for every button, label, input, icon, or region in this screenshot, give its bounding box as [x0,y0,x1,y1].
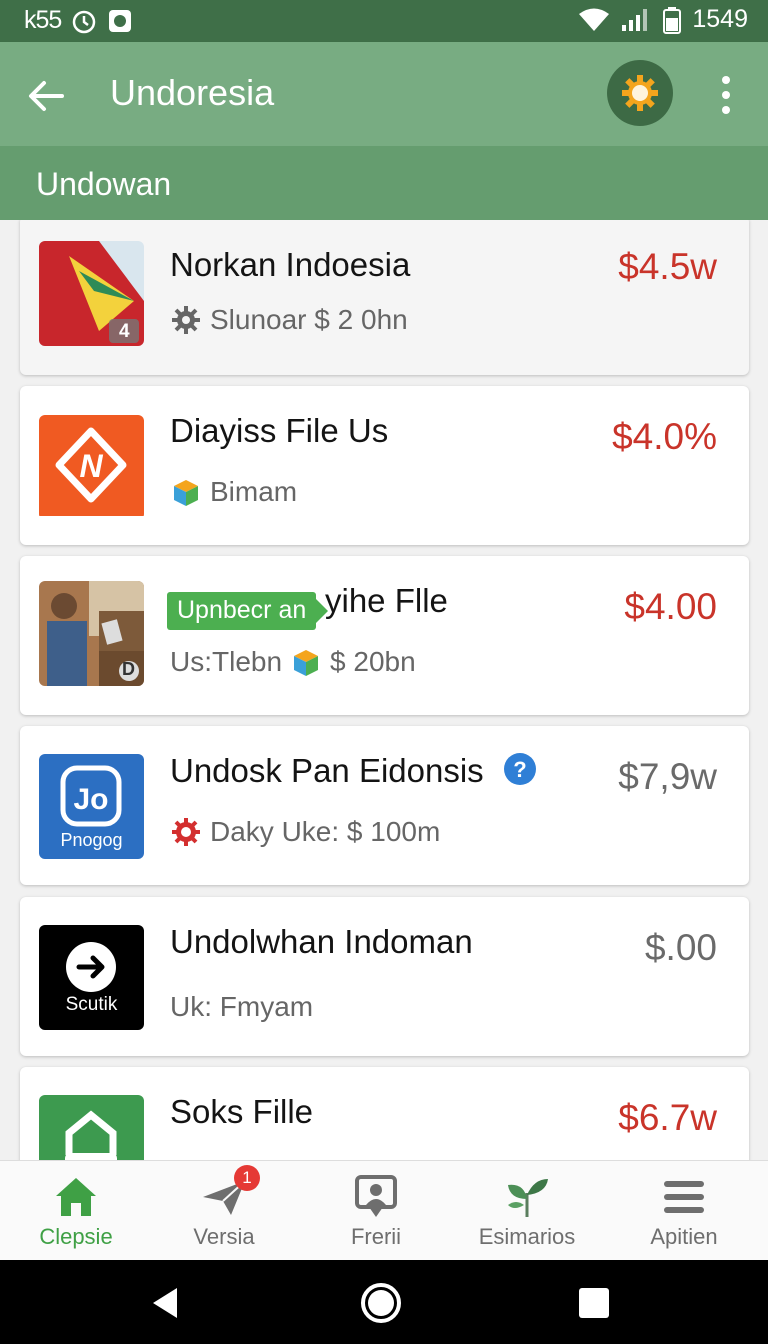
nav-label: Frerii [350,1224,402,1249]
nav-label: Clepsie [39,1224,113,1249]
item-title: Undolwhan Indoman [170,923,473,960]
menu-dot-icon [722,91,730,99]
item-price: $4.5w [618,246,717,287]
item-subtitle-text: Slunoar $ 2 0hn [210,304,408,335]
thumbnail-label: Pnogog [60,830,123,850]
nav-item-esimarios[interactable]: Esimarios [452,1161,602,1261]
nav-label: Versia [193,1224,255,1249]
item-thumbnail: Scutik [39,925,144,1030]
lock-app-icon [39,1095,144,1160]
svg-text:?: ? [513,757,526,782]
item-title: Soks Fille [170,1093,314,1130]
gear-icon [622,75,658,111]
back-arrow-icon[interactable] [22,72,70,120]
notification-badge: 1 [234,1165,260,1191]
overflow-menu-button[interactable] [706,70,746,120]
item-thumbnail: D [39,581,144,686]
section-header: Undowan [0,146,768,220]
list-item[interactable]: Jo Pnogog Undosk Pan Eidonsis ? Daky Uke… [20,726,749,885]
menu-dot-icon [722,76,730,84]
settings-button[interactable] [607,60,673,126]
record-icon [109,9,132,32]
nav-label: Esimarios [478,1224,576,1249]
item-price: $6.7w [618,1097,717,1138]
nav-item-apitien[interactable]: Apitien [609,1161,759,1261]
thumbnail-badge: D [122,659,135,679]
app-logo-icon: N [39,415,144,516]
box-icon [294,650,319,676]
item-thumbnail: Jo Pnogog [39,754,144,859]
app-bar: Undoresia [0,42,768,146]
item-subtitle: Bimam [170,476,297,508]
item-subtitle: Us:Tlebn $ 20bn [170,646,416,678]
chat-icon [355,1175,397,1217]
item-title-text: Undosk Pan Eidonsis [170,752,484,789]
item-subtitle-text: Bimam [210,476,298,507]
item-subtitle-prefix: Us:Tlebn [170,646,283,677]
status-clock: 1549 [692,5,748,33]
red-gear-icon [172,818,200,846]
svg-text:Jo: Jo [73,783,108,816]
item-title: Undosk Pan Eidonsis ? [170,752,537,790]
item-thumbnail [39,1095,144,1160]
system-home-icon[interactable] [358,1280,404,1326]
promo-badge: Upnbecr an [167,592,329,630]
alarm-icon [73,10,96,33]
item-price: $.00 [644,927,717,968]
system-recents-icon[interactable] [571,1280,617,1326]
nav-label: Apitien [650,1224,718,1249]
list-item[interactable]: 4 Norkan Indoesia Slunoar $ 2 0hn $4.5w [20,220,749,375]
page-title: Undoresia [110,72,275,113]
system-navigation-bar [0,1260,768,1344]
item-subtitle-text: Daky Uke: $ 100m [210,816,441,847]
bottom-navigation: Clepsie 1 Versia Frerii Esimarios Apitie… [0,1160,768,1260]
list-icon [664,1181,704,1213]
nav-item-frerii[interactable]: Frerii [301,1161,451,1261]
item-title: yihe Flle [325,582,448,619]
item-subtitle-text: $ 20bn [330,646,416,677]
section-title: Undowan [36,166,172,202]
help-icon[interactable]: ? [503,752,537,786]
item-price: $7,9w [618,756,717,797]
box-icon [174,480,198,506]
item-subtitle-text: Uk: Fmyam [170,991,314,1022]
battery-icon [663,6,682,34]
app-list: 4 Norkan Indoesia Slunoar $ 2 0hn $4.5w [0,220,768,1160]
item-title: Norkan Indoesia [170,246,411,283]
list-item[interactable]: D Upnbecr an yihe Flle Us:Tlebn $ 20bn $… [20,556,749,715]
plant-icon [508,1179,548,1217]
item-thumbnail: N [39,415,144,520]
system-back-icon[interactable] [143,1280,189,1326]
signal-icon [622,8,648,31]
gear-icon [172,306,200,334]
svg-text:N: N [79,448,103,484]
status-left-text: k55 [24,6,62,34]
menu-dot-icon [722,106,730,114]
list-item[interactable]: Soks Fille $6.7w [20,1067,749,1160]
thumbnail-badge: 4 [119,321,130,342]
list-item[interactable]: N Diayiss File Us Bimam $4.0% [20,386,749,545]
nav-item-home[interactable]: Clepsie [1,1161,151,1261]
wifi-icon [579,8,610,31]
home-icon [56,1178,96,1216]
thumbnail-label: Scutik [65,994,118,1015]
item-subtitle: Uk: Fmyam [170,991,313,1023]
list-item[interactable]: Scutik Undolwhan Indoman Uk: Fmyam $.00 [20,897,749,1056]
item-price: $4.00 [624,586,717,627]
nav-item-versia[interactable]: 1 Versia [149,1161,299,1261]
item-subtitle: Daky Uke: $ 100m [170,816,440,848]
item-thumbnail: 4 [39,241,144,346]
item-title: Diayiss File Us [170,412,389,449]
item-subtitle: Slunoar $ 2 0hn [170,304,408,336]
status-bar: k55 1549 [0,0,768,42]
item-price: $4.0% [612,416,717,457]
